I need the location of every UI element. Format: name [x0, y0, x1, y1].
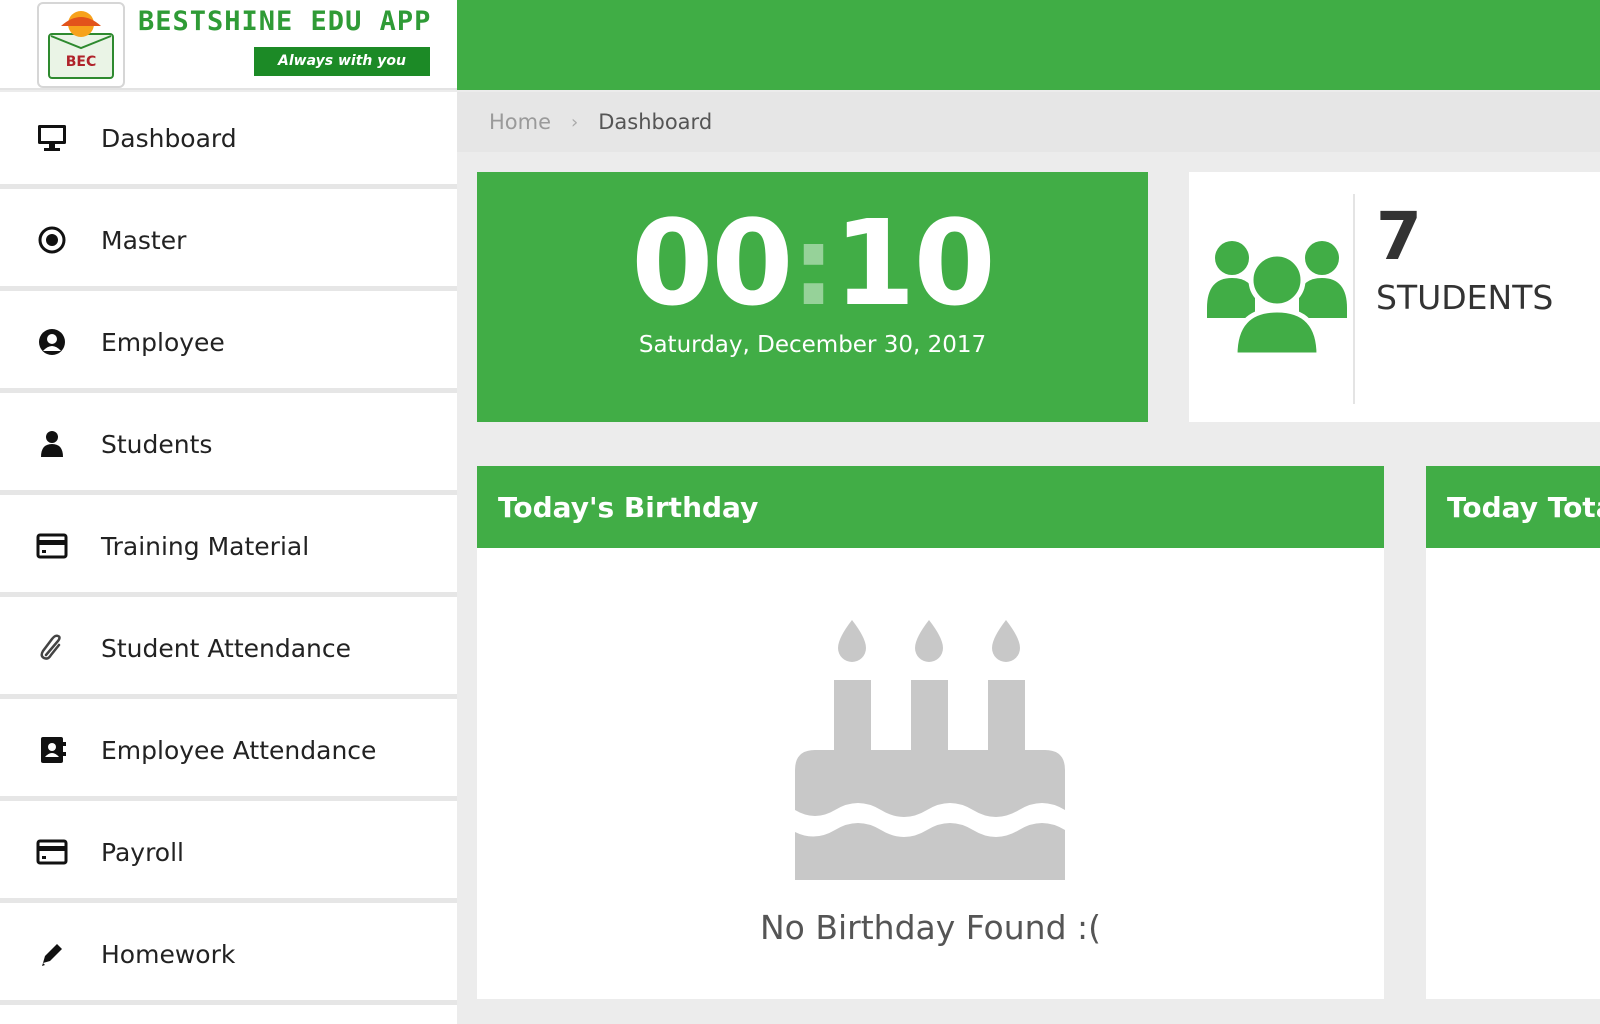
user-circle-icon	[36, 326, 68, 358]
sidebar-item-label: Employee Attendance	[101, 735, 377, 765]
sidebar-item-students[interactable]: Students	[0, 398, 457, 495]
clock-separator: :	[791, 202, 836, 330]
contact-book-icon	[36, 734, 68, 766]
sidebar-item-dashboard[interactable]: Dashboard	[0, 92, 457, 189]
monitor-icon	[36, 122, 68, 154]
sidebar-item-label: Dashboard	[101, 123, 237, 153]
sidebar-item-student-attendance[interactable]: Student Attendance	[0, 602, 457, 699]
brand-logo[interactable]: BEC	[37, 2, 125, 88]
brand-title: BESTSHINE EDU APP	[138, 6, 432, 37]
breadcrumb-current: Dashboard	[598, 110, 713, 134]
clock-date: Saturday, December 30, 2017	[638, 332, 987, 358]
clock-card: 00:10 Saturday, December 30, 2017	[477, 172, 1148, 422]
logo-emblem-icon: BEC	[48, 11, 114, 79]
credit-card-icon	[36, 530, 68, 562]
birthday-cake-icon	[795, 610, 1065, 880]
sidebar-item-training-material[interactable]: Training Material	[0, 500, 457, 597]
sidebar: Dashboard Master Employee Students Train…	[0, 92, 457, 1024]
person-icon	[36, 428, 68, 460]
pencil-icon	[36, 938, 68, 970]
birthday-empty-message: No Birthday Found :(	[759, 908, 1102, 947]
paperclip-icon	[36, 632, 68, 664]
clock-minutes: 10	[833, 194, 996, 332]
sidebar-item-label: Payroll	[101, 837, 184, 867]
today-total-panel: Today Total	[1426, 466, 1600, 999]
svg-text:BEC: BEC	[66, 54, 97, 70]
students-stat-card[interactable]: 7 STUDENTS	[1189, 172, 1600, 422]
students-label: STUDENTS	[1376, 278, 1554, 317]
sidebar-item-label: Homework	[101, 939, 236, 969]
sidebar-item-master[interactable]: Master	[0, 194, 457, 291]
sidebar-item-label: Master	[101, 225, 187, 255]
birthday-panel-title: Today's Birthday	[477, 466, 1384, 548]
sidebar-item-label: Employee	[101, 327, 225, 357]
today-total-panel-title: Today Total	[1426, 466, 1600, 548]
breadcrumb-home-link[interactable]: Home	[489, 110, 551, 134]
radio-dot-icon	[36, 224, 68, 256]
clock-time: 00:10	[477, 194, 1148, 332]
clock-hours: 00	[631, 194, 793, 332]
sidebar-item-employee-attendance[interactable]: Employee Attendance	[0, 704, 457, 801]
sidebar-item-label: Student Attendance	[101, 633, 352, 663]
credit-card-icon	[36, 836, 68, 868]
logo-area: BEC BESTSHINE EDU APP Always with you	[0, 0, 457, 90]
top-bar	[457, 0, 1600, 90]
sidebar-item-payroll[interactable]: Payroll	[0, 806, 457, 903]
stat-divider	[1353, 194, 1355, 404]
students-count: 7	[1376, 198, 1422, 275]
sidebar-item-label: Training Material	[101, 531, 310, 561]
group-users-icon	[1207, 230, 1347, 360]
breadcrumb: Home › Dashboard	[457, 92, 1600, 152]
sidebar-item-employee[interactable]: Employee	[0, 296, 457, 393]
brand-tagline: Always with you	[254, 47, 430, 76]
birthday-panel: Today's Birthday No Birthday Found :(	[477, 466, 1384, 999]
sidebar-item-label: Students	[101, 429, 213, 459]
chevron-right-icon: ›	[571, 111, 579, 133]
sidebar-item-homework[interactable]: Homework	[0, 908, 457, 1005]
